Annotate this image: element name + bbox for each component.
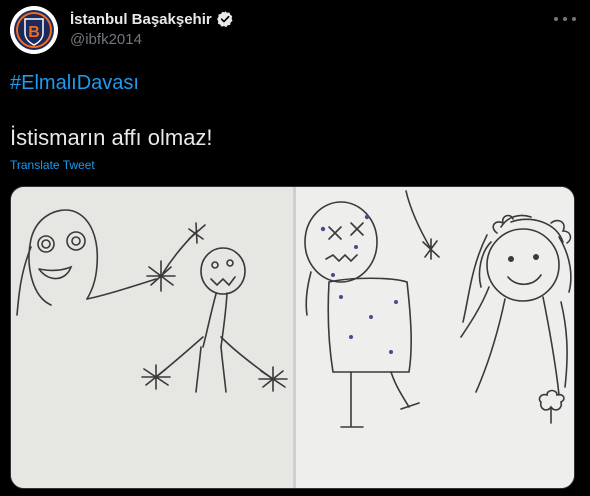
hashtag-link[interactable]: #ElmalıDavası	[10, 72, 139, 95]
club-logo-icon: B	[10, 6, 58, 54]
author-name-row[interactable]: İstanbul Başakşehir	[70, 9, 234, 29]
verified-badge-icon	[216, 11, 233, 28]
translate-tweet-link[interactable]: Translate Tweet	[10, 158, 95, 172]
more-dot	[563, 17, 567, 21]
display-name[interactable]: İstanbul Başakşehir	[70, 11, 212, 28]
avatar[interactable]: B	[10, 6, 58, 54]
handle[interactable]: @ibfk2014	[70, 31, 142, 48]
left-drawing-paper	[11, 187, 293, 488]
children-drawings-image	[11, 187, 574, 488]
more-dot	[554, 17, 558, 21]
right-drawing-paper	[296, 187, 574, 488]
more-options-icon[interactable]	[554, 13, 576, 25]
more-dot	[572, 17, 576, 21]
tweet-card[interactable]: B İstanbul Başakşehir @ibfk2014 #ElmalıD…	[0, 0, 590, 496]
tweet-text: İstismarın affı olmaz!	[10, 125, 213, 150]
tweet-image[interactable]	[10, 186, 575, 489]
logo-letter: B	[28, 24, 40, 41]
